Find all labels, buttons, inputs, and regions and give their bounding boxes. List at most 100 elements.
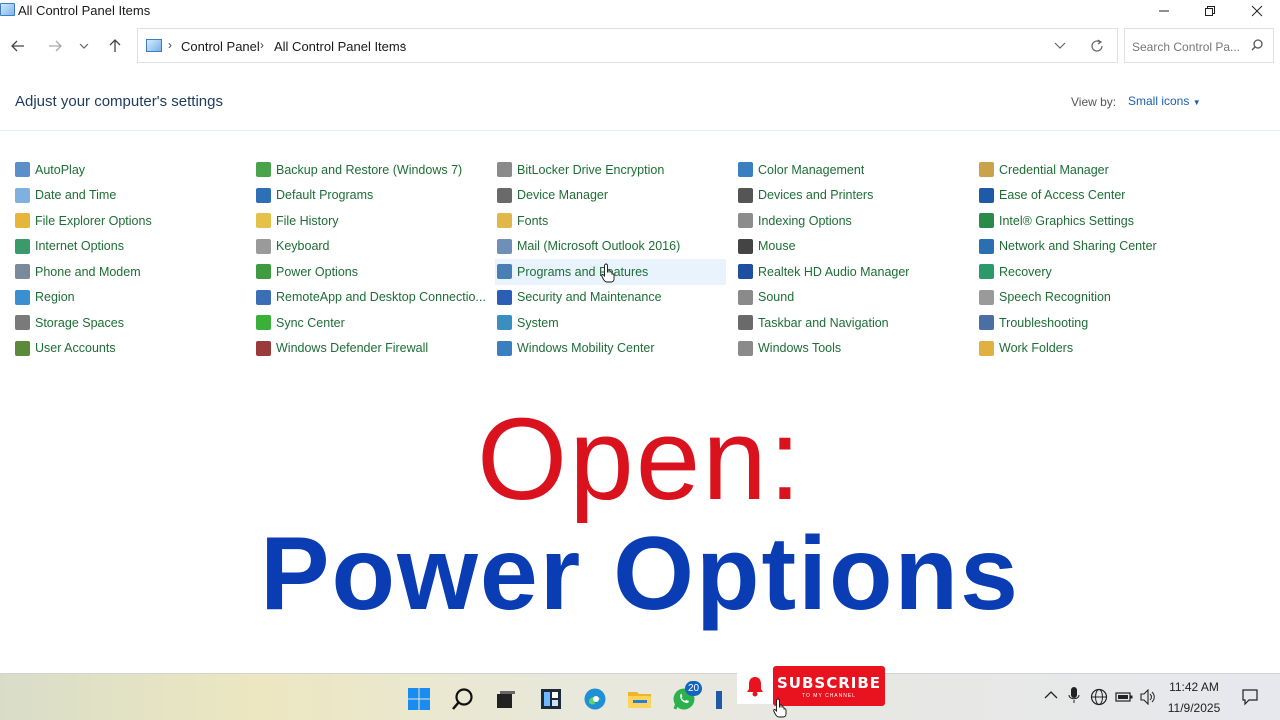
control-panel-item[interactable]: Sound xyxy=(736,285,977,311)
control-panel-item[interactable]: System xyxy=(495,310,736,336)
control-panel-item[interactable]: Sync Center xyxy=(254,310,495,336)
restore-button[interactable] xyxy=(1187,0,1233,22)
control-panel-icon xyxy=(146,39,162,52)
edge-browser-icon[interactable] xyxy=(583,687,607,711)
control-panel-item-label: Security and Maintenance xyxy=(517,290,662,305)
view-by-dropdown[interactable]: Small icons ▼ xyxy=(1128,94,1201,108)
control-panel-item[interactable]: File Explorer Options xyxy=(13,208,254,234)
refresh-icon[interactable] xyxy=(1090,39,1104,53)
control-panel-item[interactable]: Network and Sharing Center xyxy=(977,234,1218,260)
subscribe-button[interactable]: SUBSCRIBE TO MY CHANNEL xyxy=(773,666,885,706)
control-panel-item[interactable]: Security and Maintenance xyxy=(495,285,736,311)
control-panel-item[interactable]: Credential Manager xyxy=(977,157,1218,183)
control-panel-item[interactable]: Windows Defender Firewall xyxy=(254,336,495,362)
close-button[interactable] xyxy=(1234,0,1280,22)
control-panel-item[interactable]: User Accounts xyxy=(13,336,254,362)
user-accounts-icon xyxy=(15,340,30,356)
control-panel-item[interactable]: Windows Mobility Center xyxy=(495,336,736,362)
control-panel-item-label: Fonts xyxy=(517,213,549,228)
control-panel-item[interactable]: Phone and Modem xyxy=(13,259,254,285)
windows-start-icon[interactable] xyxy=(407,687,431,711)
control-panel-item[interactable]: Color Management xyxy=(736,157,977,183)
date-time-icon xyxy=(15,187,30,203)
control-panel-item-label: Storage Spaces xyxy=(35,315,124,330)
file-explorer-options-icon xyxy=(15,213,30,229)
control-panel-item-label: System xyxy=(517,315,559,330)
control-panel-item[interactable]: Mouse xyxy=(736,234,977,260)
control-panel-item-label: Windows Tools xyxy=(758,341,842,356)
breadcrumb-all-items[interactable]: All Control Panel Items xyxy=(274,39,406,54)
control-panel-item[interactable]: Keyboard xyxy=(254,234,495,260)
control-panel-item-label: File History xyxy=(276,213,339,228)
control-panel-item[interactable]: Date and Time xyxy=(13,183,254,209)
minimize-button[interactable] xyxy=(1141,0,1187,22)
control-panel-item-label: Color Management xyxy=(758,162,865,177)
notification-center-icon[interactable] xyxy=(1241,688,1259,706)
microphone-icon[interactable] xyxy=(1068,686,1080,704)
forward-button[interactable] xyxy=(44,35,66,57)
device-manager-icon xyxy=(497,187,512,203)
subscribe-subtitle: TO MY CHANNEL xyxy=(802,693,856,699)
speech-recognition-icon xyxy=(979,289,994,305)
control-panel-item[interactable]: Default Programs xyxy=(254,183,495,209)
task-view-icon[interactable] xyxy=(494,688,518,712)
control-panel-item[interactable]: File History xyxy=(254,208,495,234)
control-panel-item[interactable]: AutoPlay xyxy=(13,157,254,183)
volume-icon[interactable] xyxy=(1139,689,1157,705)
caret-down-icon: ▼ xyxy=(1192,98,1201,107)
globe-icon[interactable] xyxy=(1090,688,1108,706)
chevron-up-icon[interactable] xyxy=(1044,690,1058,700)
battery-icon[interactable] xyxy=(1115,691,1133,703)
recent-locations-button[interactable] xyxy=(73,35,95,57)
address-bar[interactable]: › Control Panel › All Control Panel Item… xyxy=(137,28,1118,63)
up-arrow-icon xyxy=(109,39,121,52)
mouse-icon xyxy=(738,238,753,254)
troubleshooting-icon xyxy=(979,315,994,331)
control-panel-item[interactable]: Troubleshooting xyxy=(977,310,1218,336)
bell-icon xyxy=(747,677,763,697)
control-panel-item[interactable]: Region xyxy=(13,285,254,311)
control-panel-item[interactable]: Backup and Restore (Windows 7) xyxy=(254,157,495,183)
control-panel-item[interactable]: Work Folders xyxy=(977,336,1218,362)
search-input[interactable]: Search Control Pa... xyxy=(1124,28,1274,63)
control-panel-item-label: Recovery xyxy=(999,264,1052,279)
recovery-icon xyxy=(979,264,994,280)
control-panel-item[interactable]: Fonts xyxy=(495,208,736,234)
control-panel-item[interactable]: Realtek HD Audio Manager xyxy=(736,259,977,285)
control-panel-item-label: Device Manager xyxy=(517,188,609,203)
search-icon[interactable] xyxy=(451,687,475,711)
control-panel-item-label: Network and Sharing Center xyxy=(999,239,1157,254)
control-panel-item[interactable]: Speech Recognition xyxy=(977,285,1218,311)
file-explorer-icon[interactable] xyxy=(627,687,651,711)
control-panel-item-label: Phone and Modem xyxy=(35,264,141,279)
control-panel-item[interactable]: Device Manager xyxy=(495,183,736,209)
control-panel-item[interactable]: BitLocker Drive Encryption xyxy=(495,157,736,183)
firewall-icon xyxy=(256,340,271,356)
control-panel-item[interactable]: Devices and Printers xyxy=(736,183,977,209)
control-panel-item[interactable]: Ease of Access Center xyxy=(977,183,1218,209)
app-edge-icon[interactable] xyxy=(714,687,738,711)
control-panel-item[interactable]: Mail (Microsoft Outlook 2016) xyxy=(495,234,736,260)
up-button[interactable] xyxy=(104,35,126,57)
breadcrumb-control-panel[interactable]: Control Panel xyxy=(181,39,260,54)
clock-date[interactable]: 11/9/2025 xyxy=(1160,701,1228,715)
control-panel-item-label: RemoteApp and Desktop Connectio... xyxy=(276,290,486,305)
control-panel-item[interactable]: Recovery xyxy=(977,259,1218,285)
widgets-icon[interactable] xyxy=(539,687,563,711)
back-button[interactable] xyxy=(7,35,29,57)
windows-tools-icon xyxy=(738,340,753,356)
internet-options-icon xyxy=(15,238,30,254)
control-panel-item[interactable]: Windows Tools xyxy=(736,336,977,362)
realtek-audio-icon xyxy=(738,264,753,280)
control-panel-item[interactable]: Indexing Options xyxy=(736,208,977,234)
control-panel-item[interactable]: Intel® Graphics Settings xyxy=(977,208,1218,234)
control-panel-item[interactable]: Storage Spaces xyxy=(13,310,254,336)
control-panel-item[interactable]: Taskbar and Navigation xyxy=(736,310,977,336)
clock-time[interactable]: 11:42 AM xyxy=(1160,680,1228,694)
control-panel-item[interactable]: Power Options xyxy=(254,259,495,285)
control-panel-item[interactable]: Internet Options xyxy=(13,234,254,260)
address-dropdown-icon[interactable] xyxy=(1054,42,1066,50)
bell-notification-button[interactable] xyxy=(737,668,773,704)
control-panel-item[interactable]: RemoteApp and Desktop Connectio... xyxy=(254,285,495,311)
hand-cursor-icon xyxy=(773,698,787,718)
